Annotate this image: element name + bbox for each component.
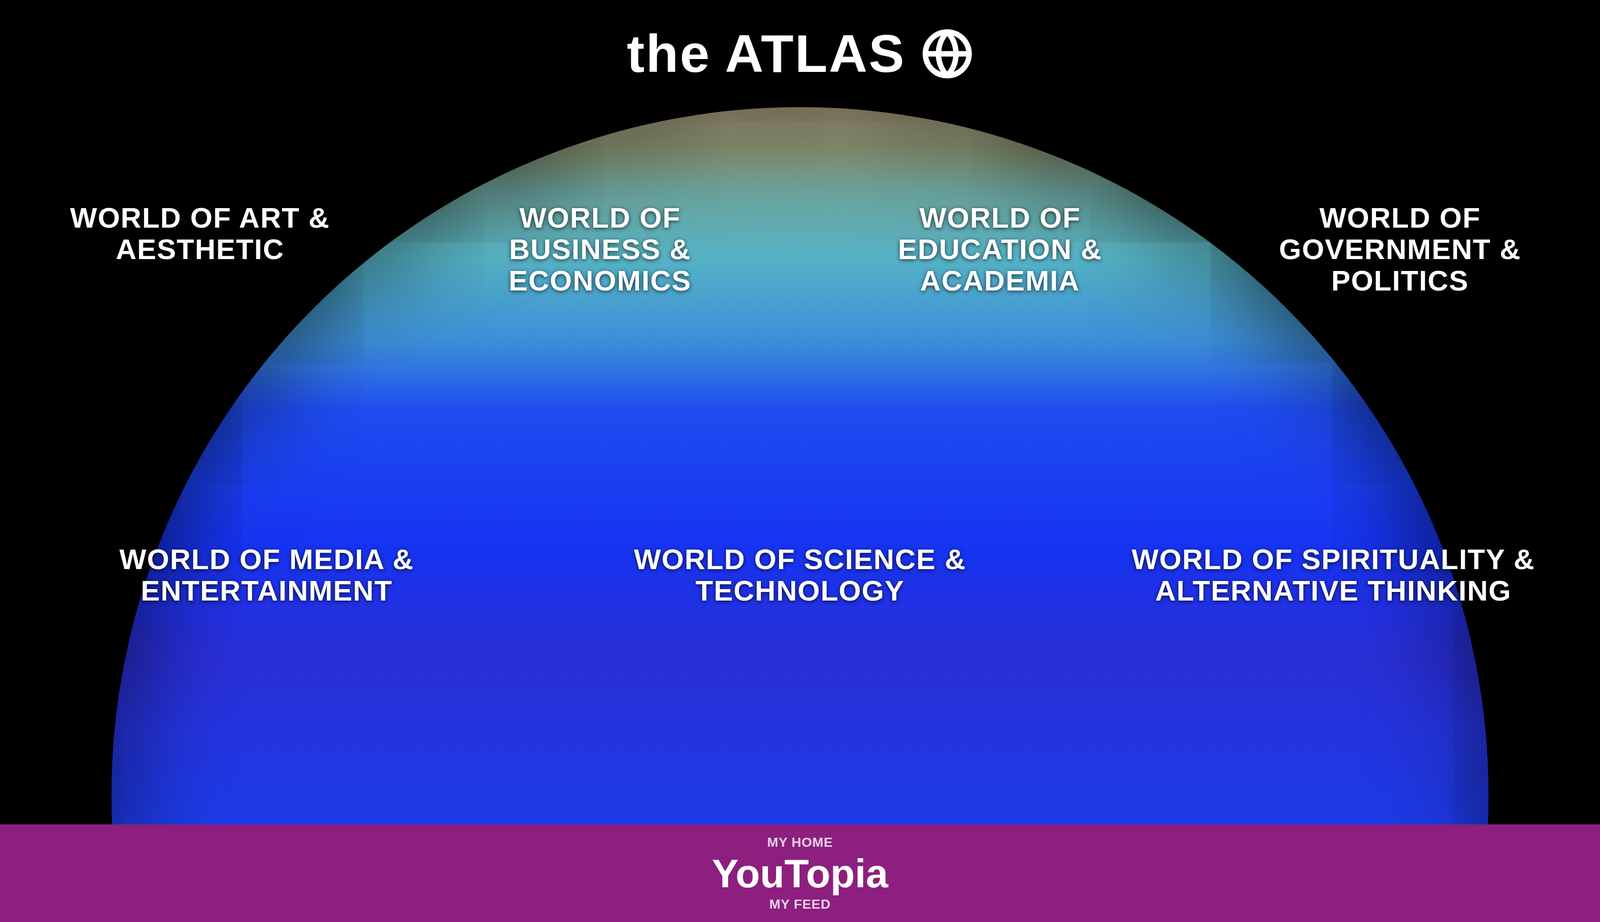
my-home-link[interactable]: MY HOME [767,834,833,851]
world-link-line: WORLD OF ART & [70,202,330,234]
globe-icon [921,27,974,81]
world-link-line: ALTERNATIVE THINKING [1154,575,1512,608]
header: the ATLAS [0,0,1600,108]
world-link-line: ENTERTAINMENT [140,575,393,608]
world-link-line: GOVERNMENT & [1278,233,1521,266]
worlds-top-row: WORLD OF ART &AESTHETICWORLD OFBUSINESS … [0,202,1600,297]
world-link[interactable]: WORLD OFGOVERNMENT &POLITICS [1200,202,1600,297]
world-link[interactable]: WORLD OF MEDIA &ENTERTAINMENT [0,544,534,608]
world-link-line: WORLD OF [919,202,1081,234]
world-link[interactable]: WORLD OFBUSINESS &ECONOMICS [400,202,801,297]
world-link-line: BUSINESS & [508,233,691,266]
world-link-line: ACADEMIA [920,265,1080,297]
world-link-line: WORLD OF SCIENCE & [633,544,966,576]
world-link-line: WORLD OF [519,202,681,234]
youtopia-link[interactable]: YouTopia [711,850,889,897]
world-link-line: ECONOMICS [508,265,692,297]
world-link-line: WORLD OF MEDIA & [119,544,414,576]
world-link-line: WORLD OF SPIRITUALITY & [1131,544,1536,576]
world-link-line: AESTHETIC [115,233,285,266]
world-link-line: POLITICS [1331,265,1469,297]
my-feed-link[interactable]: MY FEED [769,896,831,913]
worlds-bottom-row: WORLD OF MEDIA &ENTERTAINMENTWORLD OF SC… [0,544,1600,608]
world-link[interactable]: WORLD OF SPIRITUALITY &ALTERNATIVE THINK… [1066,544,1600,608]
atlas-page: the ATLASWORLD OF ART &AESTHETICWORLD OF… [0,0,1600,922]
world-link-line: WORLD OF [1319,202,1481,234]
atlas-title: the ATLAS [626,27,906,81]
atlas-map: WORLD OF ART &AESTHETICWORLD OFBUSINESS … [0,107,1600,825]
world-link[interactable]: WORLD OFEDUCATION &ACADEMIA [800,202,1201,297]
world-link[interactable]: WORLD OF SCIENCE &TECHNOLOGY [533,544,1067,608]
world-link[interactable]: WORLD OF ART &AESTHETIC [0,202,401,297]
bottom-bar: MY HOMEYouTopiaMY FEED [0,824,1600,922]
world-link-line: TECHNOLOGY [695,575,905,608]
world-link-line: EDUCATION & [897,233,1103,266]
worlds-layout: WORLD OF ART &AESTHETICWORLD OFBUSINESS … [0,107,1600,608]
